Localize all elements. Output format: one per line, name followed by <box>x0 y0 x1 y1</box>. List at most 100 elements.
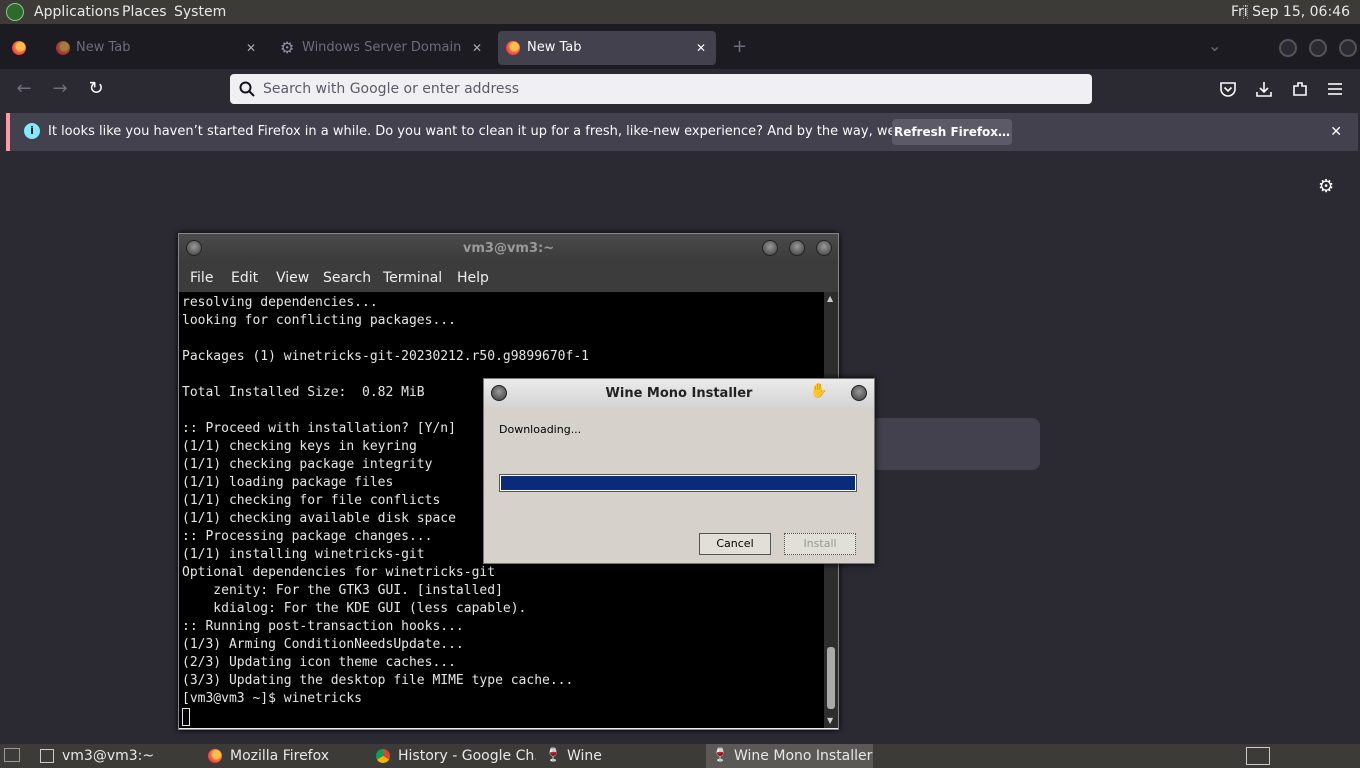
terminal-icon <box>40 749 54 763</box>
pocket-icon[interactable] <box>1219 81 1237 97</box>
terminal-line: zenity: For the GTK3 GUI. [installed] <box>182 583 503 598</box>
terminal-line: :: Running post-transaction hooks... <box>182 619 464 634</box>
scroll-up-icon[interactable]: ▲ <box>827 294 833 303</box>
places-menu[interactable]: Places <box>122 0 167 24</box>
window-title: vm3@vm3:~ <box>462 241 555 256</box>
minimize-window-button[interactable] <box>1279 39 1297 57</box>
menu-view[interactable]: View <box>276 264 309 292</box>
taskbar-label: History - Google Ch... <box>398 748 536 764</box>
menu-search[interactable]: Search <box>323 264 371 292</box>
install-button[interactable]: Install <box>784 533 856 555</box>
terminal-menubar: File Edit View Search Terminal Help <box>179 264 838 292</box>
maximize-window-button[interactable] <box>1309 39 1327 57</box>
list-tabs-button[interactable]: ⌄ <box>1208 36 1221 55</box>
terminal-line: (1/1) checking available disk space <box>182 511 456 526</box>
info-icon: i <box>24 123 40 139</box>
terminal-line: (1/1) checking for file conflicts <box>182 493 441 508</box>
wine-mono-installer-dialog: Wine Mono Installer ✋ Downloading... Can… <box>483 378 875 564</box>
terminal-line: Optional dependencies for winetricks-git <box>182 565 496 580</box>
dialog-title: Wine Mono Installer <box>605 386 753 401</box>
tab-windows-server[interactable]: ⚙ Windows Server Domain ✕ <box>276 34 491 62</box>
tab-label: Windows Server Domain <box>302 40 462 55</box>
close-window-button[interactable] <box>1339 39 1357 57</box>
wine-icon: 🍷 <box>545 748 562 763</box>
reload-button[interactable]: ↻ <box>82 75 110 103</box>
chrome-icon <box>376 749 390 763</box>
close-icon[interactable]: ✕ <box>696 31 706 65</box>
tab-new-tab-1[interactable]: New Tab ✕ <box>50 34 265 62</box>
new-tab-search-panel <box>860 418 1040 470</box>
terminal-line: (1/3) Arming ConditionNeedsUpdate... <box>182 637 464 652</box>
downloads-icon[interactable] <box>1255 80 1273 98</box>
firefox-icon <box>506 41 520 55</box>
terminal-line: (1/1) loading package files <box>182 475 394 490</box>
tab-label: New Tab <box>527 40 582 55</box>
taskbar-label: Wine <box>567 748 602 764</box>
download-progress-bar <box>499 474 857 492</box>
taskbar-item-terminal[interactable]: vm3@vm3:~ <box>40 744 190 768</box>
window-menu-button[interactable] <box>186 240 202 256</box>
terminal-line: (2/3) Updating icon theme caches... <box>182 655 456 670</box>
menu-icon[interactable] <box>1327 82 1343 96</box>
workspace-switcher-icon[interactable] <box>1246 747 1270 765</box>
close-icon[interactable]: ✕ <box>472 34 482 62</box>
notification-bar: i It looks like you haven’t started Fire… <box>6 113 1358 151</box>
minimize-button[interactable] <box>762 240 778 256</box>
terminal-line: Packages (1) winetricks-git-20230212.r50… <box>182 349 589 364</box>
menu-edit[interactable]: Edit <box>231 264 258 292</box>
menu-help[interactable]: Help <box>457 264 489 292</box>
scrollbar-thumb[interactable] <box>827 647 835 709</box>
taskbar-item-chrome[interactable]: History - Google Ch... <box>376 744 536 768</box>
hand-cursor-icon: ✋ <box>810 383 828 399</box>
terminal-line: (1/1) installing winetricks-git <box>182 547 425 562</box>
terminal-titlebar[interactable]: vm3@vm3:~ <box>179 234 838 264</box>
terminal-line: :: Proceed with installation? [Y/n] <box>182 421 456 436</box>
terminal-line: looking for conflicting packages... <box>182 313 456 328</box>
progress-fill <box>501 476 855 490</box>
back-button[interactable]: ← <box>10 75 38 103</box>
taskbar-item-wine-mono-installer[interactable]: 🍷 Wine Mono Installer <box>706 744 873 768</box>
search-icon <box>239 81 255 97</box>
tab-new-tab-active[interactable]: New Tab ✕ <box>498 31 716 65</box>
close-icon[interactable]: ✕ <box>246 34 256 62</box>
cancel-button[interactable]: Cancel <box>699 533 771 555</box>
window-menu-button[interactable] <box>491 385 507 401</box>
scroll-down-icon[interactable]: ▼ <box>827 716 833 725</box>
gear-icon[interactable]: ⚙ <box>1318 176 1338 197</box>
terminal-line: (1/1) checking keys in keyring <box>182 439 417 454</box>
menu-terminal[interactable]: Terminal <box>383 264 442 292</box>
terminal-line: Total Installed Size: 0.82 MiB <box>182 385 425 400</box>
menu-file[interactable]: File <box>190 264 213 292</box>
show-desktop-icon[interactable] <box>4 748 20 762</box>
new-tab-button[interactable]: + <box>732 36 747 57</box>
download-status: Downloading... <box>499 423 582 436</box>
search-input[interactable]: Search with Google or enter address <box>263 74 519 104</box>
close-button[interactable] <box>851 385 867 401</box>
distro-logo-icon[interactable] <box>6 3 24 21</box>
terminal-line: kdialog: For the KDE GUI (less capable). <box>182 601 527 616</box>
taskbar: vm3@vm3:~ Mozilla Firefox History - Goog… <box>0 744 1360 768</box>
forward-button[interactable]: → <box>46 75 74 103</box>
terminal-line: [vm3@vm3 ~]$ winetricks <box>182 691 363 706</box>
firefox-icon <box>208 749 222 763</box>
taskbar-label: Mozilla Firefox <box>230 748 330 764</box>
system-menu[interactable]: System <box>174 0 226 24</box>
maximize-button[interactable] <box>789 240 805 256</box>
top-panel: Applications Places System Fri Sep 15, 0… <box>0 0 1360 24</box>
terminal-line: (1/1) checking package integrity <box>182 457 433 472</box>
close-icon[interactable]: ✕ <box>1330 113 1342 151</box>
firefox-icon <box>56 41 70 55</box>
gear-icon: ⚙ <box>280 38 295 57</box>
applications-menu[interactable]: Applications <box>34 0 120 24</box>
taskbar-label: Wine Mono Installer <box>734 748 873 764</box>
refresh-firefox-button[interactable]: Refresh Firefox… <box>892 119 1012 145</box>
close-button[interactable] <box>816 240 832 256</box>
url-bar[interactable]: Search with Google or enter address <box>230 74 1092 104</box>
taskbar-item-wine[interactable]: 🍷 Wine <box>545 744 695 768</box>
extensions-icon[interactable] <box>1291 80 1309 98</box>
taskbar-item-firefox[interactable]: Mozilla Firefox <box>208 744 363 768</box>
taskbar-label: vm3@vm3:~ <box>62 748 155 764</box>
wine-icon: 🍷 <box>712 748 729 763</box>
firefox-view-icon[interactable] <box>12 41 26 55</box>
clock[interactable]: Fri Sep 15, 06:46 <box>1231 0 1350 24</box>
